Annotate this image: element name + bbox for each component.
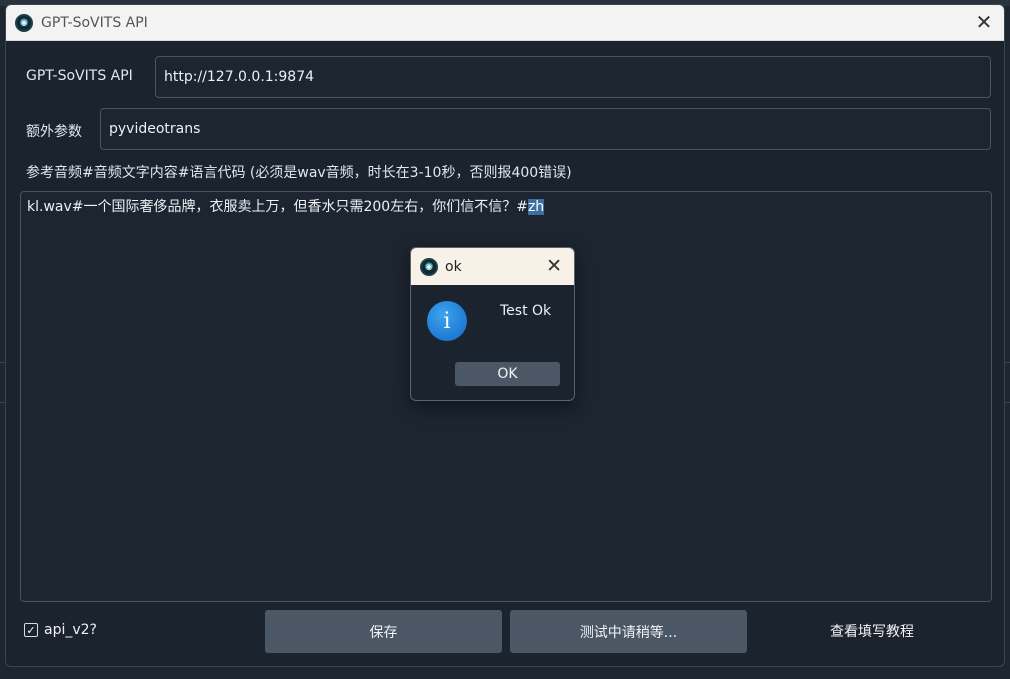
checkmark-icon: ✓: [26, 623, 36, 637]
info-icon: i: [427, 301, 467, 341]
api-v2-checkbox[interactable]: ✓: [24, 623, 38, 637]
window-title: GPT-SoVITS API: [41, 14, 148, 31]
reference-text: kl.wav#一个国际奢侈品牌，衣服卖上万，但香水只需200左右，你们信不信？#: [27, 199, 528, 215]
view-tutorial-button[interactable]: 查看填写教程: [802, 621, 942, 641]
api-v2-checkbox-row[interactable]: ✓ api_v2?: [24, 622, 97, 638]
reference-audio-label: 参考音频#音频文字内容#语言代码 (必须是wav音频，时长在3-10秒，否则报4…: [26, 165, 572, 181]
dialog-close-icon[interactable]: ✕: [546, 256, 562, 276]
api-v2-label: api_v2?: [44, 622, 97, 638]
extra-params-value: pyvideotrans: [109, 121, 201, 137]
app-logo-icon: ◉: [420, 257, 438, 276]
info-symbol: i: [443, 308, 451, 334]
api-url-label: GPT-SoVITS API: [26, 68, 133, 84]
dialog-message: Test Ok: [500, 303, 552, 319]
api-url-value: http://127.0.0.1:9874: [164, 69, 315, 85]
window-titlebar: ◉ GPT-SoVITS API ✕: [6, 5, 1004, 41]
dialog-titlebar: ◉ ok ✕: [411, 248, 574, 285]
app-logo-icon: ◉: [15, 13, 33, 32]
test-button[interactable]: 测试中请稍等...: [510, 610, 747, 653]
dialog-title: ok: [445, 258, 462, 275]
ok-dialog: ◉ ok ✕ i Test Ok OK: [410, 247, 575, 401]
api-url-input[interactable]: http://127.0.0.1:9874: [155, 56, 991, 98]
extra-params-label: 额外参数: [26, 124, 82, 140]
save-button[interactable]: 保存: [265, 610, 502, 653]
ok-button[interactable]: OK: [455, 362, 560, 386]
selected-text: zh: [527, 199, 545, 215]
extra-params-input[interactable]: pyvideotrans: [100, 108, 991, 150]
window-close-icon[interactable]: ✕: [974, 12, 994, 32]
